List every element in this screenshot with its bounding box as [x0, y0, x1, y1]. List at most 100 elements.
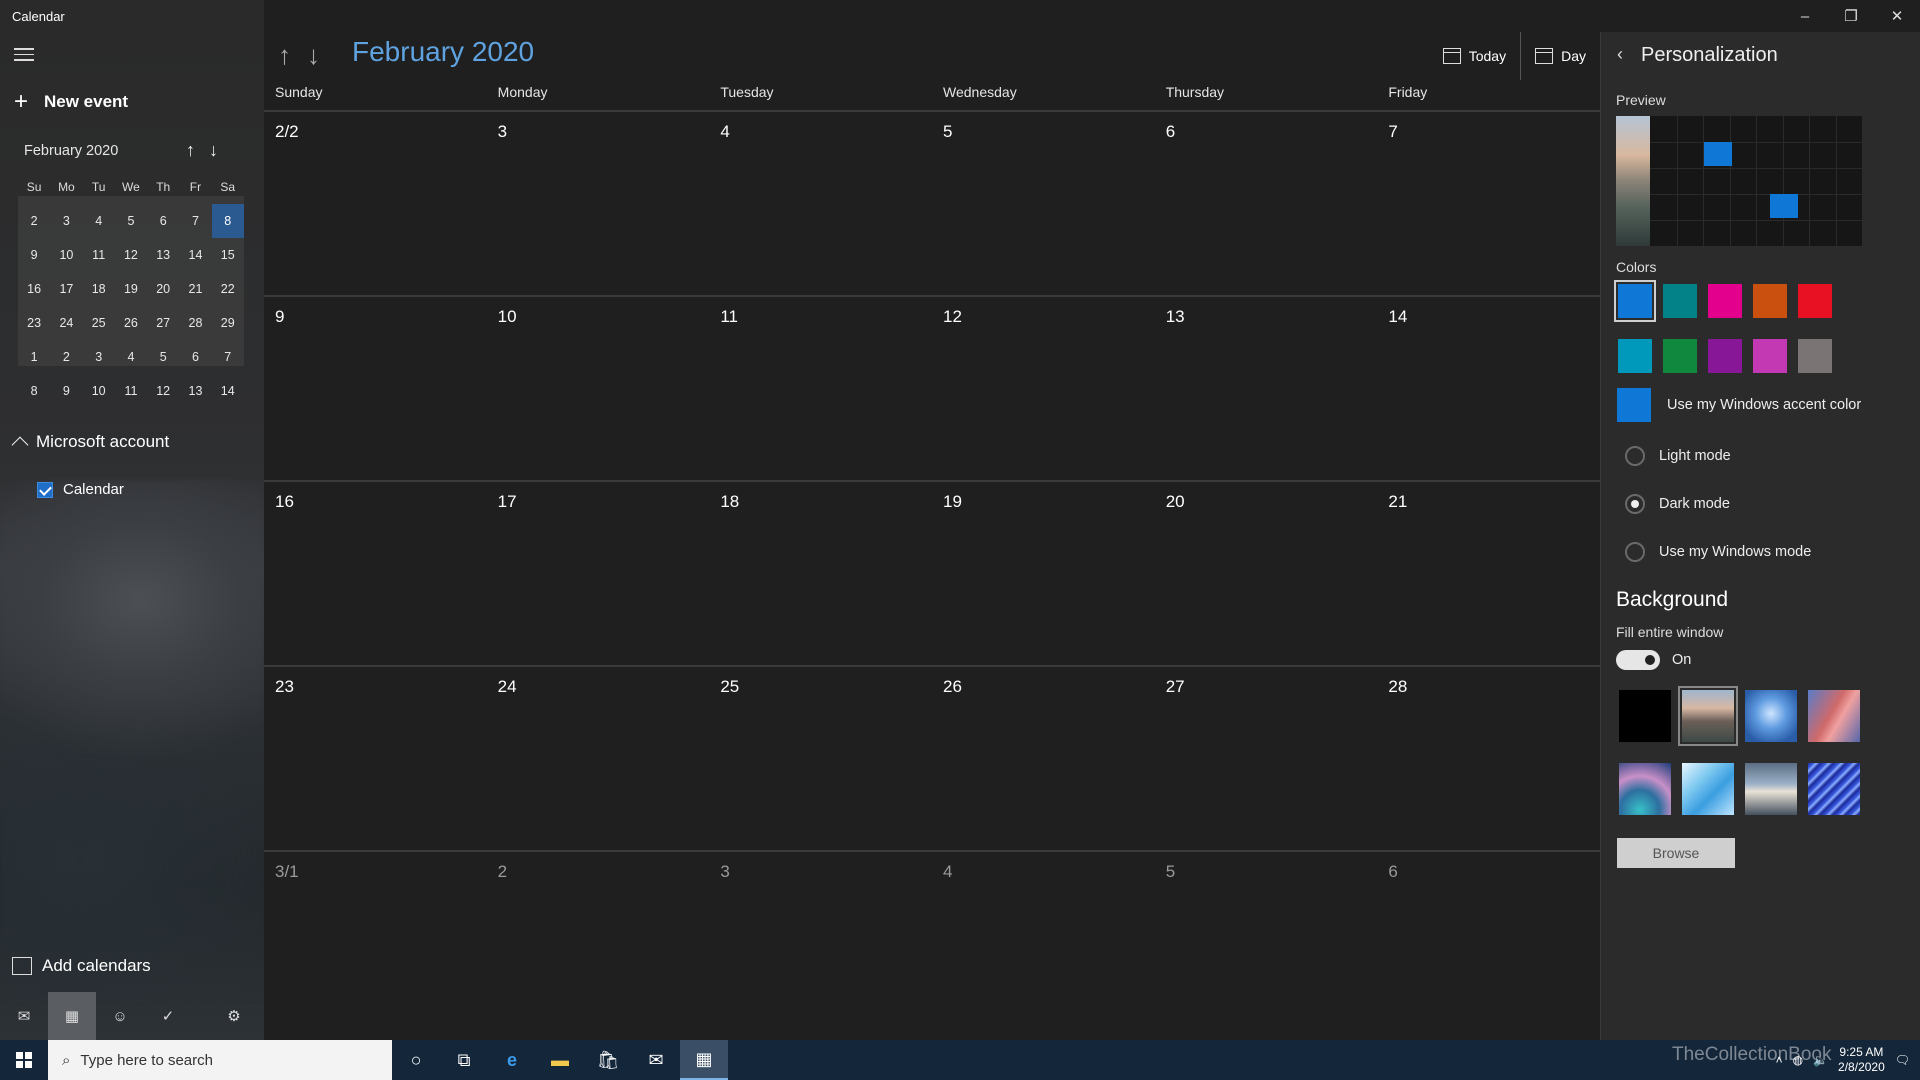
day-cell[interactable]: 12 [932, 297, 1155, 482]
hamburger-menu-icon[interactable] [14, 48, 34, 62]
day-cell[interactable]: 21 [1377, 482, 1600, 667]
mini-day[interactable]: 8 [211, 204, 244, 238]
day-cell[interactable]: 4 [932, 852, 1155, 1037]
mini-day[interactable]: 9 [18, 238, 50, 272]
day-cell[interactable]: 24 [487, 667, 710, 852]
day-cell[interactable]: 9 [264, 297, 487, 482]
day-cell[interactable]: 3 [487, 112, 710, 297]
day-cell[interactable]: 2/2 [264, 112, 487, 297]
mini-day[interactable]: 2 [18, 204, 50, 238]
background-ice[interactable] [1682, 763, 1734, 815]
mini-day[interactable]: 10 [50, 238, 82, 272]
mini-day[interactable]: 23 [18, 306, 50, 340]
color-swatch[interactable] [1614, 280, 1656, 322]
day-cell[interactable]: 5 [932, 112, 1155, 297]
day-cell[interactable]: 6 [1377, 852, 1600, 1037]
fill-window-toggle-row[interactable]: On [1616, 650, 1691, 670]
day-cell[interactable]: 3/1 [264, 852, 487, 1037]
todo-icon[interactable]: ✓ [144, 992, 192, 1040]
taskbar-search[interactable]: ⌕ Type here to search [48, 1040, 392, 1080]
day-cell[interactable]: 17 [487, 482, 710, 667]
checkbox-checked[interactable] [37, 481, 53, 498]
minimize-button[interactable]: – [1782, 0, 1828, 32]
gear-icon[interactable]: ⚙ [210, 992, 258, 1040]
volume-icon[interactable]: 🔈 [1813, 1053, 1828, 1067]
day-cell[interactable]: 13 [1155, 297, 1378, 482]
calendar-checkbox-item[interactable]: Calendar [37, 481, 124, 498]
mail-icon[interactable]: ✉ [0, 992, 48, 1040]
mini-day[interactable]: 21 [179, 272, 211, 306]
notification-icon[interactable]: 🗨 [1895, 1053, 1910, 1067]
day-cell[interactable]: 11 [709, 297, 932, 482]
mini-day[interactable]: 3 [83, 340, 115, 374]
mini-day[interactable]: 14 [179, 238, 211, 272]
light-mode-option[interactable]: Light mode [1625, 446, 1731, 466]
day-cell[interactable]: 27 [1155, 667, 1378, 852]
mini-day[interactable]: 8 [18, 374, 50, 408]
color-swatch[interactable] [1798, 284, 1832, 318]
dark-mode-option[interactable]: Dark mode [1625, 494, 1730, 514]
calendar-icon[interactable]: ▦ [48, 992, 96, 1040]
previous-month-arrow-icon[interactable]: ↑ [278, 40, 291, 71]
arrow-down-icon[interactable]: ↓ [209, 140, 218, 161]
mini-day[interactable]: 28 [179, 306, 211, 340]
day-cell[interactable]: 5 [1155, 852, 1378, 1037]
day-cell[interactable]: 3 [709, 852, 932, 1037]
microsoft-account-group[interactable]: Microsoft account [11, 432, 169, 454]
mini-day[interactable]: 6 [179, 340, 211, 374]
back-arrow-icon[interactable]: ‹ [1617, 44, 1623, 65]
arrow-up-icon[interactable]: ↑ [186, 140, 195, 161]
mini-day[interactable]: 20 [147, 272, 179, 306]
calendar-app-icon[interactable]: ▦ [680, 1040, 728, 1080]
day-cell[interactable]: 4 [709, 112, 932, 297]
background-horizon[interactable] [1745, 763, 1797, 815]
chevron-up-icon[interactable]: ˄ [1776, 1053, 1783, 1067]
color-swatch[interactable] [1798, 339, 1832, 373]
people-icon[interactable]: ☺ [96, 992, 144, 1040]
color-swatch[interactable] [1663, 284, 1697, 318]
color-swatch[interactable] [1753, 339, 1787, 373]
mini-day[interactable]: 1 [18, 340, 50, 374]
mini-day[interactable]: 18 [83, 272, 115, 306]
day-cell[interactable]: 19 [932, 482, 1155, 667]
mini-day[interactable]: 13 [179, 374, 211, 408]
mini-day[interactable]: 29 [212, 306, 244, 340]
day-cell[interactable]: 7 [1377, 112, 1600, 297]
day-cell[interactable]: 25 [709, 667, 932, 852]
start-button[interactable] [0, 1040, 48, 1080]
background-canyon[interactable] [1808, 690, 1860, 742]
mini-day[interactable]: 7 [179, 204, 211, 238]
day-cell[interactable]: 14 [1377, 297, 1600, 482]
background-blue-lines[interactable] [1808, 763, 1860, 815]
windows-mode-radio[interactable] [1625, 542, 1645, 562]
task-view-icon[interactable]: ⧉ [440, 1040, 488, 1080]
mini-day[interactable]: 24 [50, 306, 82, 340]
mini-day[interactable]: 16 [18, 272, 50, 306]
background-black[interactable] [1619, 690, 1671, 742]
mini-day[interactable]: 9 [50, 374, 82, 408]
mini-day[interactable]: 6 [147, 204, 179, 238]
mini-day[interactable]: 11 [115, 374, 147, 408]
color-swatch[interactable] [1708, 284, 1742, 318]
mini-day[interactable]: 3 [50, 204, 82, 238]
mini-day[interactable]: 10 [83, 374, 115, 408]
store-icon[interactable]: 🛍 [584, 1040, 632, 1080]
today-button[interactable]: Today [1429, 32, 1520, 80]
color-swatch[interactable] [1663, 339, 1697, 373]
day-cell[interactable]: 23 [264, 667, 487, 852]
file-explorer-icon[interactable]: ▬ [536, 1040, 584, 1080]
background-arc[interactable] [1619, 763, 1671, 815]
mini-day[interactable]: 7 [212, 340, 244, 374]
mini-day[interactable]: 2 [50, 340, 82, 374]
day-cell[interactable]: 26 [932, 667, 1155, 852]
day-cell[interactable]: 16 [264, 482, 487, 667]
mail-app-icon[interactable]: ✉ [632, 1040, 680, 1080]
mini-day[interactable]: 12 [115, 238, 147, 272]
mini-day[interactable]: 12 [147, 374, 179, 408]
day-view-button[interactable]: Day [1521, 32, 1600, 80]
accent-color-option[interactable]: Use my Windows accent color [1617, 388, 1861, 422]
mini-day[interactable]: 26 [115, 306, 147, 340]
mini-day[interactable]: 5 [115, 204, 147, 238]
mini-day[interactable]: 17 [50, 272, 82, 306]
add-calendars-button[interactable]: Add calendars [12, 956, 151, 976]
